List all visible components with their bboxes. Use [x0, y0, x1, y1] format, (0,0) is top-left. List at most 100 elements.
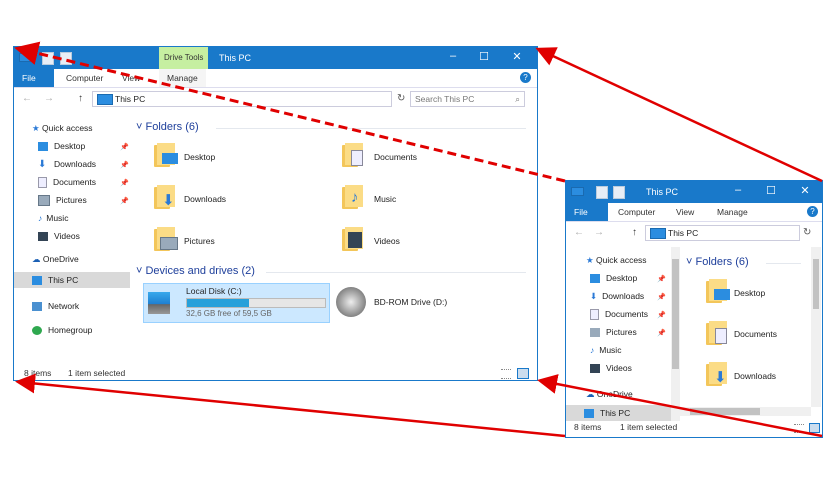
tab-file[interactable]: File: [566, 203, 608, 221]
sidebar-item-quick-access[interactable]: ★ Quick access: [586, 252, 647, 268]
status-selection: 1 item selected: [68, 368, 126, 378]
close-button[interactable]: ✕: [503, 50, 531, 63]
sidebar-item-videos[interactable]: Videos: [38, 228, 80, 244]
refresh-button[interactable]: ↻: [803, 227, 811, 238]
properties-icon[interactable]: [42, 52, 54, 65]
tab-manage[interactable]: Manage: [159, 69, 206, 87]
sidebar-item-downloads[interactable]: ⬇ Downloads: [590, 288, 644, 304]
back-button[interactable]: ←: [574, 227, 584, 238]
details-view-icon[interactable]: [794, 424, 804, 433]
address-bar[interactable]: This PC: [92, 91, 392, 107]
folder-desktop[interactable]: Desktop: [184, 152, 215, 162]
minimize-button[interactable]: –: [439, 50, 467, 62]
status-item-count: 8 items: [574, 422, 602, 432]
title-bar[interactable]: This PC – ☐ ✕: [566, 181, 822, 203]
pin-icon[interactable]: 📌: [657, 275, 666, 283]
star-icon: ★: [32, 123, 40, 133]
properties-icon[interactable]: [596, 186, 608, 199]
minimize-button[interactable]: –: [724, 184, 752, 196]
folder-downloads[interactable]: Downloads: [184, 194, 226, 204]
sidebar-item-documents[interactable]: Documents: [38, 174, 96, 190]
horizontal-scrollbar[interactable]: [680, 407, 811, 416]
pin-icon[interactable]: 📌: [657, 311, 666, 319]
sidebar-item-onedrive[interactable]: ☁ OneDrive: [586, 386, 633, 402]
drive-bd-rom[interactable]: BD-ROM Drive (D:): [374, 297, 447, 307]
sidebar-item-pictures[interactable]: Pictures: [38, 192, 87, 208]
ribbon-tabs: File Computer View Manage ?: [14, 69, 537, 88]
pin-icon[interactable]: 📌: [120, 197, 129, 205]
cloud-icon: ☁: [586, 389, 595, 399]
pictures-icon: [38, 195, 50, 207]
maximize-button[interactable]: ☐: [757, 184, 785, 197]
tab-computer[interactable]: Computer: [610, 203, 663, 221]
sidebar-item-desktop[interactable]: Desktop: [590, 270, 637, 286]
search-input[interactable]: Search This PC ⌕: [410, 91, 525, 107]
large-icons-view-icon[interactable]: [517, 368, 529, 379]
folder-videos[interactable]: Videos: [374, 236, 400, 246]
sidebar-item-homegroup[interactable]: Homegroup: [32, 322, 92, 338]
sidebar-item-music[interactable]: ♪ Music: [38, 210, 68, 226]
search-icon: ⌕: [515, 94, 520, 104]
details-view-icon[interactable]: [501, 369, 511, 379]
desktop-icon: [590, 274, 600, 284]
sidebar-item-quick-access[interactable]: ★ Quick access: [32, 120, 93, 136]
sidebar-item-this-pc[interactable]: This PC: [566, 405, 671, 421]
sidebar-item-this-pc[interactable]: This PC: [14, 272, 130, 288]
folder-downloads[interactable]: Downloads: [734, 371, 776, 381]
drive-tools-tab: Drive Tools: [159, 47, 209, 69]
close-button[interactable]: ✕: [791, 184, 819, 197]
large-icons-view-icon[interactable]: [809, 423, 820, 433]
new-folder-icon[interactable]: [60, 52, 72, 65]
help-icon[interactable]: ?: [520, 72, 531, 83]
folder-icon: ♪: [342, 185, 364, 209]
new-folder-icon[interactable]: [613, 186, 625, 199]
nav-pane-scrollbar[interactable]: [671, 247, 680, 421]
help-icon[interactable]: ?: [807, 206, 818, 217]
cloud-icon: ☁: [32, 254, 41, 264]
computer-icon: [650, 228, 666, 239]
folders-header[interactable]: ˅ Folders (6): [686, 256, 801, 268]
pin-icon[interactable]: 📌: [120, 179, 129, 187]
music-icon: ♪: [590, 345, 595, 355]
folder-music[interactable]: Music: [374, 194, 396, 204]
sidebar-item-downloads[interactable]: ⬇ Downloads: [38, 156, 96, 172]
forward-button[interactable]: →: [594, 227, 604, 238]
sidebar-item-videos[interactable]: Videos: [590, 360, 632, 376]
sidebar-item-network[interactable]: Network: [32, 298, 79, 314]
sidebar-item-music[interactable]: ♪ Music: [590, 342, 621, 358]
tab-view[interactable]: View: [114, 69, 148, 87]
pin-icon[interactable]: 📌: [657, 293, 666, 301]
devices-header[interactable]: ˅ Devices and drives (2): [136, 265, 526, 277]
folder-documents[interactable]: Documents: [374, 152, 417, 162]
tab-computer[interactable]: Computer: [58, 69, 111, 87]
up-button[interactable]: ↑: [78, 93, 83, 104]
path-this-pc: This PC: [115, 94, 146, 104]
forward-button[interactable]: →: [44, 93, 54, 104]
folders-header[interactable]: ˅ Folders (6): [136, 121, 526, 133]
pin-icon[interactable]: 📌: [120, 143, 129, 151]
back-button[interactable]: ←: [22, 93, 32, 104]
tab-file[interactable]: File: [14, 69, 54, 87]
sidebar-item-pictures[interactable]: Pictures: [590, 324, 637, 340]
folder-pictures[interactable]: Pictures: [184, 236, 215, 246]
address-bar[interactable]: This PC: [645, 225, 800, 241]
sidebar-item-documents[interactable]: Documents: [590, 306, 648, 322]
maximize-button[interactable]: ☐: [470, 50, 498, 63]
download-icon: ⬇: [590, 291, 598, 301]
sidebar-item-desktop[interactable]: Desktop: [38, 138, 85, 154]
title-bar[interactable]: Drive Tools This PC – ☐ ✕: [14, 47, 537, 69]
path-this-pc: This PC: [668, 228, 699, 238]
tab-manage[interactable]: Manage: [709, 203, 756, 221]
pin-icon[interactable]: 📌: [657, 329, 666, 337]
up-button[interactable]: ↑: [632, 227, 637, 238]
computer-icon: [584, 409, 594, 419]
pin-icon[interactable]: 📌: [120, 161, 129, 169]
folder-documents[interactable]: Documents: [734, 329, 777, 339]
sidebar-item-onedrive[interactable]: ☁ OneDrive: [32, 251, 79, 267]
tab-view[interactable]: View: [668, 203, 702, 221]
folder-desktop[interactable]: Desktop: [734, 288, 765, 298]
address-row: ← → ↑ This PC ↻ Search This PC ⌕: [14, 88, 537, 110]
drive-local-disk[interactable]: Local Disk (C:) 32,6 GB free of 59,5 GB: [143, 283, 330, 323]
refresh-button[interactable]: ↻: [397, 93, 405, 104]
content-scrollbar[interactable]: [811, 247, 821, 407]
